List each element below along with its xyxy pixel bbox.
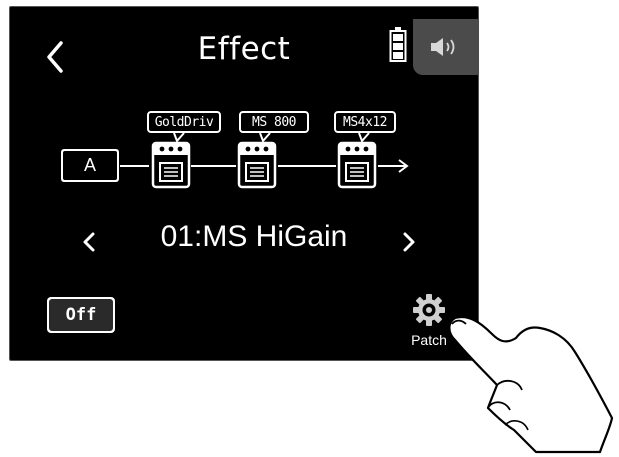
screen: Effect GoldDriv MS 800 MS4x12 A 01:MS Hi… bbox=[14, 11, 479, 356]
input-label: A bbox=[63, 151, 117, 180]
next-patch-button[interactable] bbox=[394, 222, 424, 262]
patch-selector: 01:MS HiGain bbox=[74, 218, 434, 268]
effect-tag: MS 800 bbox=[239, 111, 309, 133]
chevron-right-icon bbox=[403, 232, 415, 252]
effect-tag: GoldDriv bbox=[147, 111, 221, 133]
pedal-icon bbox=[237, 141, 277, 189]
input-selector-button[interactable]: A bbox=[61, 149, 119, 182]
off-label: Off bbox=[49, 299, 113, 331]
patch-settings-button[interactable]: Patch bbox=[402, 291, 456, 353]
patch-label: Patch bbox=[411, 332, 447, 348]
pedal-icon bbox=[151, 141, 191, 189]
effect-off-button[interactable]: Off bbox=[47, 297, 115, 333]
patch-name: 01:MS HiGain bbox=[160, 220, 348, 253]
pedal-icon bbox=[337, 141, 377, 189]
effect-tag: MS4x12 bbox=[334, 111, 396, 133]
device-frame: Effect GoldDriv MS 800 MS4x12 A 01:MS Hi… bbox=[9, 6, 479, 361]
prev-patch-button[interactable] bbox=[74, 222, 104, 262]
gear-icon bbox=[413, 294, 445, 326]
chevron-left-icon bbox=[83, 232, 95, 252]
